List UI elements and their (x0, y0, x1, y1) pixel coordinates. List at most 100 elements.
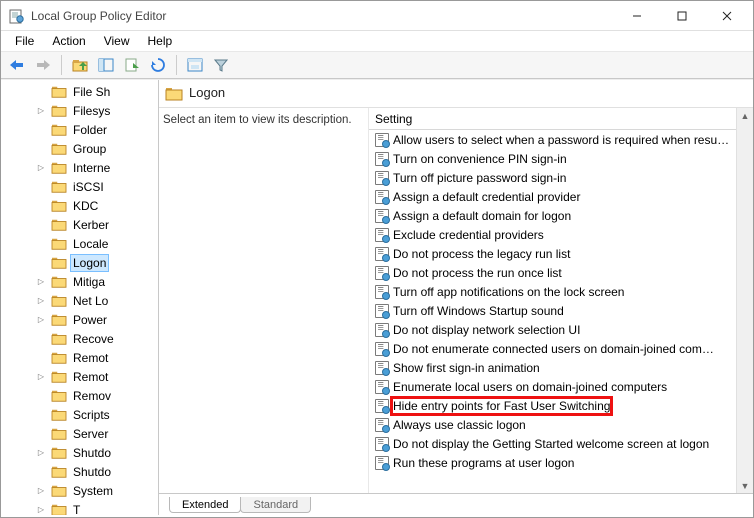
main-pane: Logon Select an item to view its descrip… (159, 80, 753, 515)
maximize-button[interactable] (659, 1, 704, 30)
body-columns: Select an item to view its description. … (159, 108, 753, 493)
tree-item[interactable]: ▷ Power (1, 310, 159, 329)
tree-item[interactable]: ▷KDC (1, 196, 159, 215)
setting-item[interactable]: Do not process the run once list (369, 263, 753, 282)
setting-item[interactable]: Allow users to select when a password is… (369, 130, 753, 149)
tree-item[interactable]: ▷ System (1, 481, 159, 500)
tree-item-label: Kerber (71, 217, 111, 233)
expand-icon[interactable]: ▷ (35, 314, 47, 326)
setting-item[interactable]: Exclude credential providers (369, 225, 753, 244)
content-header-label: Logon (189, 85, 225, 102)
tree-item-label: Remot (71, 369, 110, 385)
tree-item[interactable]: ▷Shutdo (1, 462, 159, 481)
toolbar-separator-2 (176, 55, 177, 75)
policy-icon (375, 190, 389, 204)
titlebar: Local Group Policy Editor (1, 1, 753, 31)
tree-item[interactable]: ▷Folder (1, 120, 159, 139)
properties-button[interactable] (183, 54, 207, 76)
menu-view[interactable]: View (96, 32, 138, 50)
menu-help[interactable]: Help (140, 32, 181, 50)
tree-item[interactable]: ▷iSCSI (1, 177, 159, 196)
setting-label: Assign a default domain for logon (393, 209, 571, 223)
toolbar (1, 51, 753, 79)
scroll-down-button[interactable]: ▼ (738, 478, 753, 493)
expand-icon[interactable]: ▷ (35, 105, 47, 117)
tree-item[interactable]: ▷Logon (1, 253, 159, 272)
refresh-button[interactable] (146, 54, 170, 76)
settings-list-header[interactable]: Setting (369, 108, 753, 130)
tree-item[interactable]: ▷Shutdo (1, 443, 159, 462)
tree-item[interactable]: ▷Remov (1, 386, 159, 405)
setting-item[interactable]: Hide entry points for Fast User Switchin… (369, 396, 753, 415)
tree-item-label: iSCSI (71, 179, 106, 195)
tree-item-label: Scripts (71, 407, 112, 423)
up-level-button[interactable] (68, 54, 92, 76)
close-button[interactable] (704, 1, 749, 30)
forward-button[interactable] (31, 54, 55, 76)
tree-item-label: Locale (71, 236, 110, 252)
tree-item[interactable]: ▷ Remot (1, 367, 159, 386)
show-hide-tree-button[interactable] (94, 54, 118, 76)
expand-icon[interactable]: ▷ (35, 276, 47, 288)
setting-item[interactable]: Do not display network selection UI (369, 320, 753, 339)
expand-icon[interactable]: ▷ (35, 295, 47, 307)
tree-item-label: Net Lo (71, 293, 110, 309)
tree-item[interactable]: ▷File Sh (1, 82, 159, 101)
setting-item[interactable]: Always use classic logon (369, 415, 753, 434)
setting-item[interactable]: Turn off app notifications on the lock s… (369, 282, 753, 301)
setting-label: Turn off Windows Startup sound (393, 304, 564, 318)
tree-item[interactable]: ▷Group (1, 139, 159, 158)
setting-item[interactable]: Assign a default credential provider (369, 187, 753, 206)
tree-item-label: File Sh (71, 84, 112, 100)
tab-standard[interactable]: Standard (240, 497, 311, 513)
filter-button[interactable] (209, 54, 233, 76)
tree-item-label: System (71, 483, 115, 499)
tree-item[interactable]: ▷T (1, 500, 159, 515)
back-button[interactable] (5, 54, 29, 76)
window-title: Local Group Policy Editor (31, 9, 614, 23)
scroll-up-button[interactable]: ▲ (738, 108, 753, 123)
setting-item[interactable]: Enumerate local users on domain-joined c… (369, 377, 753, 396)
tree-item[interactable]: ▷Remot (1, 348, 159, 367)
tree-item[interactable]: ▷ Net Lo (1, 291, 159, 310)
tree-item-label: Power (71, 312, 109, 328)
expand-icon[interactable]: ▷ (35, 371, 47, 383)
setting-item[interactable]: Do not enumerate connected users on doma… (369, 339, 753, 358)
setting-item[interactable]: Turn off picture password sign-in (369, 168, 753, 187)
tree-item[interactable]: ▷Server (1, 424, 159, 443)
tree-pane[interactable]: ▷File Sh▷Filesys▷Folder▷Group▷Interne▷iS… (1, 80, 159, 515)
setting-item[interactable]: Do not process the legacy run list (369, 244, 753, 263)
tree-item[interactable]: ▷Interne (1, 158, 159, 177)
tree-item[interactable]: ▷Kerber (1, 215, 159, 234)
setting-label: Do not process the run once list (393, 266, 562, 280)
expand-icon[interactable]: ▷ (35, 504, 47, 516)
setting-item[interactable]: Assign a default domain for logon (369, 206, 753, 225)
expand-icon[interactable]: ▷ (35, 485, 47, 497)
setting-item[interactable]: Do not display the Getting Started welco… (369, 434, 753, 453)
policy-icon (375, 171, 389, 185)
minimize-button[interactable] (614, 1, 659, 30)
settings-scrollbar[interactable]: ▲ ▼ (736, 108, 753, 493)
menu-file[interactable]: File (7, 32, 42, 50)
setting-item[interactable]: Show first sign-in animation (369, 358, 753, 377)
tree-item[interactable]: ▷Filesys (1, 101, 159, 120)
setting-item[interactable]: Run these programs at user logon (369, 453, 753, 472)
policy-icon (375, 418, 389, 432)
policy-icon (375, 152, 389, 166)
export-list-button[interactable] (120, 54, 144, 76)
setting-item[interactable]: Turn on convenience PIN sign-in (369, 149, 753, 168)
expand-icon[interactable]: ▷ (35, 447, 47, 459)
setting-item[interactable]: Turn off Windows Startup sound (369, 301, 753, 320)
expand-icon[interactable]: ▷ (35, 162, 47, 174)
policy-icon (375, 304, 389, 318)
tabstrip: Extended Standard (159, 493, 753, 515)
tree-item-label: Group (71, 141, 108, 157)
setting-label: Turn off picture password sign-in (393, 171, 566, 185)
tree-item[interactable]: ▷Scripts (1, 405, 159, 424)
tree-item[interactable]: ▷Mitiga (1, 272, 159, 291)
menu-action[interactable]: Action (44, 32, 93, 50)
tree-item[interactable]: ▷Locale (1, 234, 159, 253)
tab-extended[interactable]: Extended (169, 497, 241, 513)
toolbar-separator (61, 55, 62, 75)
tree-item[interactable]: ▷Recove (1, 329, 159, 348)
